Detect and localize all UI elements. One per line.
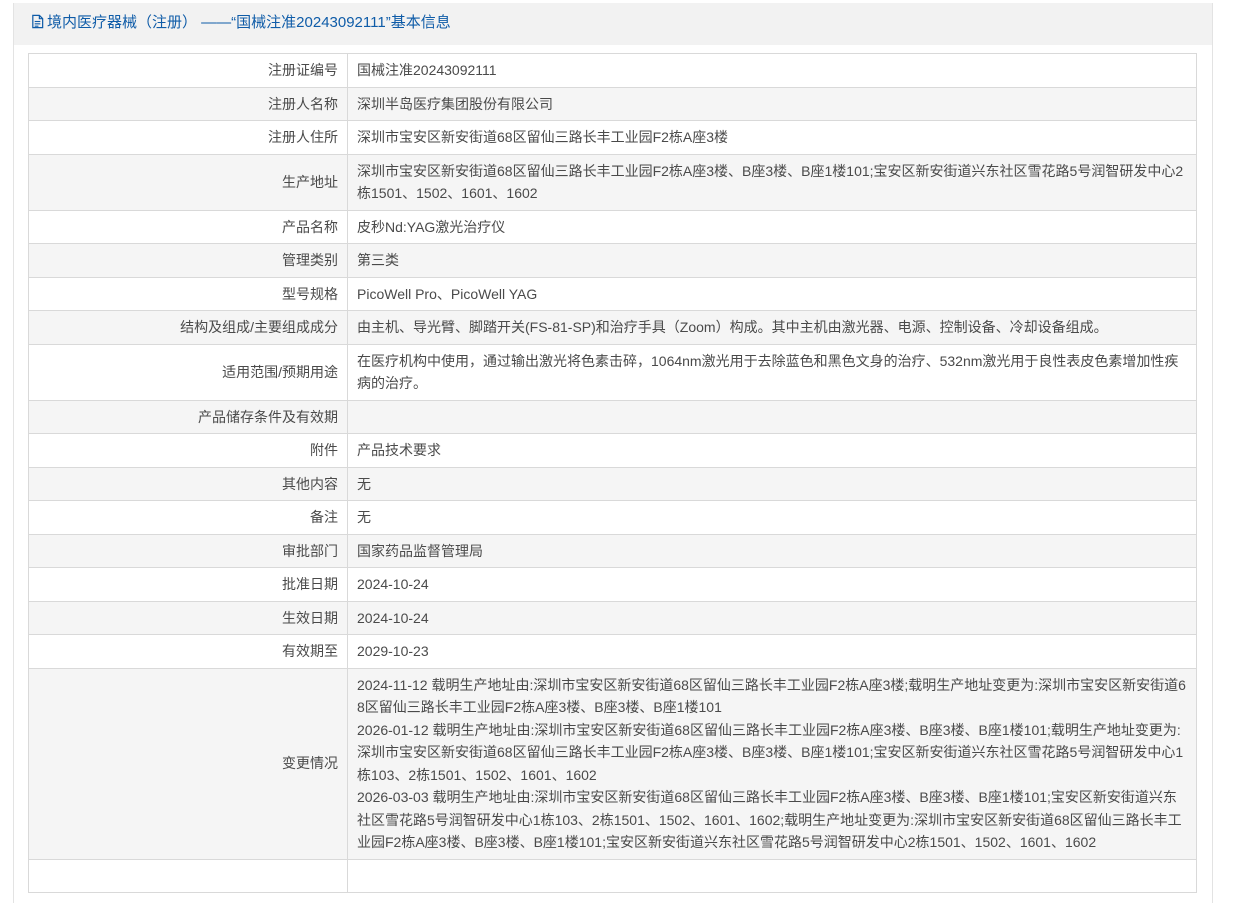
row-label: 其他内容 <box>28 466 348 501</box>
row-value: 2029-10-23 <box>347 634 1197 669</box>
row-value: 无 <box>347 466 1197 501</box>
row-label: 批准日期 <box>28 567 348 602</box>
row-value: 产品技术要求 <box>347 433 1197 468</box>
row-label: 产品储存条件及有效期 <box>28 399 348 434</box>
row-label: 有效期至 <box>28 634 348 669</box>
row-label: 审批部门 <box>28 533 348 568</box>
table-row: 其他内容无 <box>28 466 1197 501</box>
row-value: 深圳市宝安区新安街道68区留仙三路长丰工业园F2栋A座3楼 <box>347 120 1197 155</box>
panel-body: 注册证编号 国械注准20243092111 注册人名称 深圳半岛医疗集团股份有限公司… <box>14 45 1212 903</box>
row-value: 深圳半岛医疗集团股份有限公司 <box>347 86 1197 121</box>
row-value: 国械注准20243092111 <box>347 53 1197 88</box>
table-row: 生效日期 2024-10-24 <box>28 600 1197 635</box>
table-row: 型号规格 PicoWell Pro、PicoWell YAG <box>28 276 1197 311</box>
info-panel: 境内医疗器械（注册） ——“国械注准20243092111”基本信息 注册证编号… <box>13 3 1213 903</box>
row-label: 注册人名称 <box>28 86 348 121</box>
row-value: PicoWell Pro、PicoWell YAG <box>347 276 1197 311</box>
row-label: 结构及组成/主要组成成分 <box>28 310 348 345</box>
change-entry: 2026-01-12 载明生产地址由:深圳市宝安区新安街道68区留仙三路长丰工业… <box>357 721 1184 783</box>
table-row: 注册证编号 国械注准20243092111 <box>28 53 1197 88</box>
row-label: 管理类别 <box>28 243 348 278</box>
change-history: 2024-11-12 载明生产地址由:深圳市宝安区新安街道68区留仙三路长丰工业… <box>347 667 1197 860</box>
row-label: 附件 <box>28 433 348 468</box>
table-row-changes: 变更情况 2024-11-12 载明生产地址由:深圳市宝安区新安街道68区留仙三… <box>28 667 1197 860</box>
row-label: 注册人住所 <box>28 120 348 155</box>
table-row: 有效期至 2029-10-23 <box>28 634 1197 669</box>
row-label <box>28 858 348 893</box>
table-row: 结构及组成/主要组成成分 由主机、导光臂、脚踏开关(FS-81-SP)和治疗手具（… <box>28 310 1197 345</box>
row-label: 生产地址 <box>28 153 348 211</box>
row-value: 国家药品监督管理局 <box>347 533 1197 568</box>
info-table: 注册证编号 国械注准20243092111 注册人名称 深圳半岛医疗集团股份有限公司… <box>28 53 1197 893</box>
table-row: 注册人名称 深圳半岛医疗集团股份有限公司 <box>28 86 1197 121</box>
row-label: 生效日期 <box>28 600 348 635</box>
panel-header: 境内医疗器械（注册） ——“国械注准20243092111”基本信息 <box>14 3 1212 40</box>
row-value <box>347 399 1197 434</box>
row-label: 变更情况 <box>28 667 348 860</box>
table-row: 审批部门 国家药品监督管理局 <box>28 533 1197 568</box>
row-value: 深圳市宝安区新安街道68区留仙三路长丰工业园F2栋A座3楼、B座3楼、B座1楼1… <box>347 153 1197 211</box>
table-row: 备注无 <box>28 500 1197 535</box>
row-value: 第三类 <box>347 243 1197 278</box>
table-row <box>28 858 1197 893</box>
table-row: 产品名称 皮秒Nd:YAG激光治疗仪 <box>28 209 1197 244</box>
table-row: 注册人住所 深圳市宝安区新安街道68区留仙三路长丰工业园F2栋A座3楼 <box>28 120 1197 155</box>
page-title: 境内医疗器械（注册） ——“国械注准20243092111”基本信息 <box>47 14 451 31</box>
row-value: 皮秒Nd:YAG激光治疗仪 <box>347 209 1197 244</box>
table-row: 附件 产品技术要求 <box>28 433 1197 468</box>
table-row: 产品储存条件及有效期 <box>28 399 1197 434</box>
row-label: 型号规格 <box>28 276 348 311</box>
change-entry: 2024-11-12 载明生产地址由:深圳市宝安区新安街道68区留仙三路长丰工业… <box>357 676 1186 716</box>
row-value <box>347 858 1197 893</box>
table-row: 管理类别 第三类 <box>28 243 1197 278</box>
row-value: 2024-10-24 <box>347 600 1197 635</box>
table-row: 适用范围/预期用途 在医疗机构中使用，通过输出激光将色素击碎，1064nm激光用于… <box>28 343 1197 401</box>
row-label: 产品名称 <box>28 209 348 244</box>
row-label: 注册证编号 <box>28 53 348 88</box>
document-icon <box>32 14 44 29</box>
row-label: 备注 <box>28 500 348 535</box>
row-value: 在医疗机构中使用，通过输出激光将色素击碎，1064nm激光用于去除蓝色和黑色文身… <box>347 343 1197 401</box>
change-entry: 2026-03-03 载明生产地址由:深圳市宝安区新安街道68区留仙三路长丰工业… <box>357 789 1182 850</box>
table-row: 生产地址 深圳市宝安区新安街道68区留仙三路长丰工业园F2栋A座3楼、B座3楼、B… <box>28 153 1197 211</box>
row-label: 适用范围/预期用途 <box>28 343 348 401</box>
table-row: 批准日期 2024-10-24 <box>28 567 1197 602</box>
row-value: 由主机、导光臂、脚踏开关(FS-81-SP)和治疗手具（Zoom）构成。其中主机… <box>347 310 1197 345</box>
row-value: 2024-10-24 <box>347 567 1197 602</box>
row-value: 无 <box>347 500 1197 535</box>
